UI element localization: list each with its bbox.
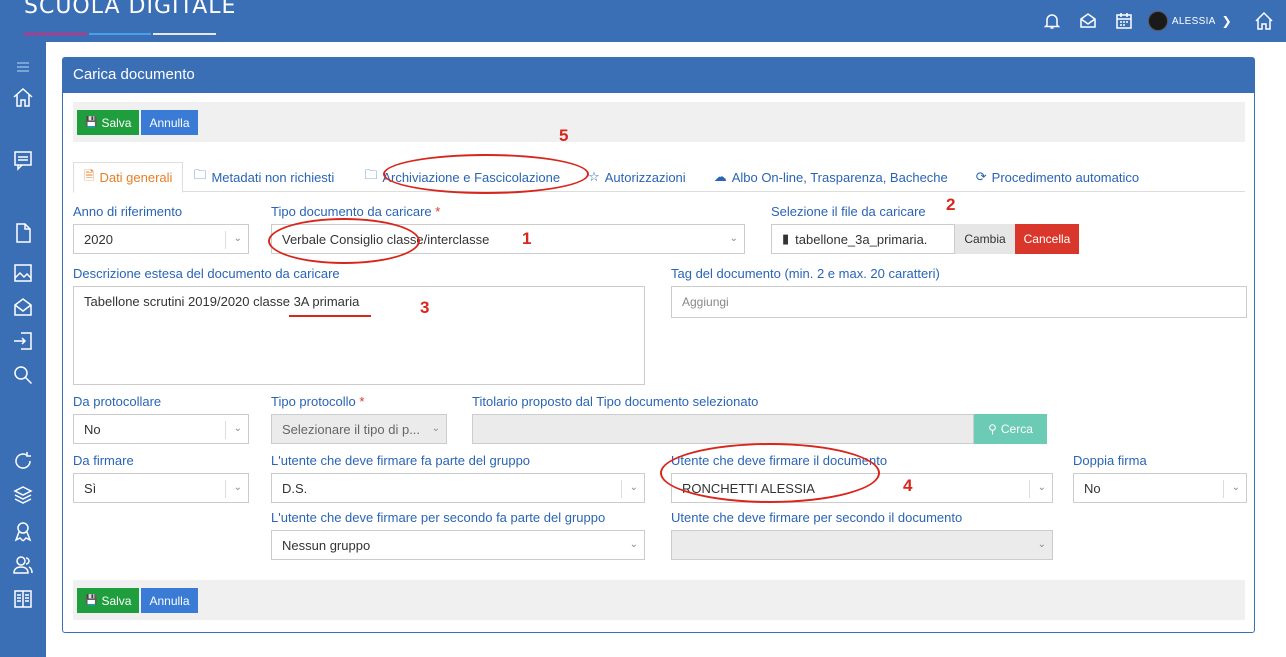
file-icon: 🗎 [84, 167, 95, 183]
cloud-icon: ☁ [713, 169, 727, 184]
refresh-icon: ⟳ [975, 169, 987, 184]
tab-bar: 🗎 Dati generali 🗀 Metadati non richiesti 🗀… [73, 162, 1245, 193]
file-icon: ▮ [782, 231, 790, 246]
save-button[interactable]: 💾 Salva [77, 588, 140, 613]
annotation-4: 4 [903, 476, 913, 495]
tipo-doc-label: Tipo documento da caricare * [271, 204, 441, 219]
chevron-down-icon: ⌄ [1231, 482, 1240, 493]
cancel-button[interactable]: Annulla [141, 588, 198, 613]
tab-dati-generali[interactable]: 🗎 Dati generali [73, 162, 184, 193]
bottom-toolbar: 💾 Salva Annulla [73, 580, 1245, 620]
award-icon[interactable] [8, 516, 38, 546]
top-toolbar: 💾 Salva Annulla [73, 102, 1245, 142]
search-button[interactable]: ⚲ Cerca [974, 414, 1047, 444]
user-menu[interactable]: ALESSIA ❯ [1147, 11, 1232, 31]
save-icon: 💾 [85, 595, 98, 606]
cancel-button[interactable]: Annulla [141, 110, 198, 135]
descrizione-label: Descrizione estesa del documento da cari… [73, 266, 340, 281]
tipo-protocollo-label: Tipo protocollo * [271, 394, 365, 409]
search-icon: ⚲ [988, 422, 997, 436]
da-firmare-select[interactable]: Sì ⌄ [73, 473, 249, 503]
book-icon[interactable] [8, 584, 38, 614]
gruppo2-label: L'utente che deve firmare per secondo fa… [271, 510, 606, 525]
chevron-down-icon: ⌄ [431, 423, 440, 434]
annotation-3: 3 [420, 298, 430, 317]
save-button[interactable]: 💾 Salva [77, 110, 140, 135]
app-logo: SCUOLA DIGITALE [24, 0, 237, 19]
message-icon[interactable] [8, 145, 38, 175]
chevron-down-icon: ⌄ [629, 482, 638, 493]
chevron-down-icon: ⌄ [233, 233, 242, 244]
home-icon[interactable] [1246, 0, 1282, 42]
folder-icon: 🗀 [364, 167, 378, 182]
annotation-ellipse-utente [660, 443, 880, 503]
tag-label: Tag del documento (min. 2 e max. 20 cara… [671, 266, 940, 281]
user-name: ALESSIA [1171, 15, 1216, 27]
annotation-underline [289, 315, 371, 317]
gruppo2-select[interactable]: Nessun gruppo ⌄ [271, 530, 645, 560]
anno-select[interactable]: 2020 ⌄ [73, 224, 249, 254]
da-firmare-label: Da firmare [73, 453, 134, 468]
tab-metadati[interactable]: 🗀 Metadati non richiesti [183, 162, 344, 192]
home-icon[interactable] [8, 82, 38, 112]
panel-title: Carica documento [63, 58, 1254, 93]
chevron-down-icon: ⌄ [1037, 482, 1046, 493]
document-icon[interactable] [8, 218, 38, 248]
utente2-label: Utente che deve firmare per secondo il d… [671, 510, 963, 525]
annotation-2: 2 [946, 195, 956, 214]
file-name-display: ▮ tabellone_3a_primaria. [771, 224, 955, 254]
annotation-ellipse-tipo [268, 218, 420, 264]
mail-icon[interactable] [8, 292, 38, 322]
annotation-5: 5 [559, 126, 569, 145]
chevron-down-icon: ⌄ [233, 482, 242, 493]
titolario-field [472, 414, 974, 444]
tab-procedimento[interactable]: ⟳ Procedimento automatico [966, 162, 1149, 192]
mail-icon[interactable] [1070, 0, 1106, 42]
save-icon: 💾 [85, 117, 98, 128]
calendar-icon[interactable] [1106, 0, 1142, 42]
image-icon[interactable] [8, 258, 38, 288]
top-bar: SCUOLA DIGITALE ALESSIA ❯ [0, 0, 1286, 42]
annotation-ellipse-tab [383, 154, 589, 194]
chevron-down-icon: ⌄ [629, 539, 638, 550]
da-protocollare-label: Da protocollare [73, 394, 162, 409]
gruppo-label: L'utente che deve firmare fa parte del g… [271, 453, 531, 468]
folder-icon: 🗀 [193, 167, 207, 182]
bell-icon[interactable] [1034, 0, 1070, 42]
menu-icon[interactable] [8, 52, 38, 82]
utente2-select[interactable]: ⌄ [671, 530, 1053, 560]
chevron-down-icon: ⌄ [729, 233, 738, 244]
logo-underline [24, 33, 217, 35]
change-file-button[interactable]: Cambia [955, 224, 1015, 254]
layers-icon[interactable] [8, 480, 38, 510]
da-protocollare-select[interactable]: No ⌄ [73, 414, 249, 444]
avatar [1147, 11, 1168, 31]
doppia-firma-select[interactable]: No ⌄ [1073, 473, 1247, 503]
titolario-label: Titolario proposto dal Tipo documento se… [472, 394, 759, 409]
anno-label: Anno di riferimento [73, 204, 183, 219]
annotation-1: 1 [522, 229, 532, 248]
chevron-down-icon: ⌄ [1037, 539, 1046, 550]
tab-albo[interactable]: ☁ Albo On-line, Trasparenza, Bacheche [704, 162, 958, 192]
login-icon[interactable] [8, 326, 38, 356]
upload-document-panel: Carica documento 💾 Salva Annulla 🗎 Dati g… [62, 57, 1255, 633]
doppia-firma-label: Doppia firma [1073, 453, 1147, 468]
tipo-protocollo-select[interactable]: Selezionare il tipo di p... ⌄ [271, 414, 447, 444]
sidebar [0, 42, 46, 657]
star-icon: ☆ [588, 169, 600, 184]
tab-autorizzazioni[interactable]: ☆ Autorizzazioni [578, 162, 696, 192]
file-label: Selezione il file da caricare [771, 204, 926, 219]
search-icon[interactable] [8, 360, 38, 390]
refresh-icon[interactable] [8, 446, 38, 476]
tag-input[interactable]: Aggiungi [671, 286, 1247, 318]
chevron-down-icon: ❯ [1221, 14, 1232, 28]
chevron-down-icon: ⌄ [233, 423, 242, 434]
users-icon[interactable] [8, 550, 38, 580]
descrizione-textarea[interactable]: Tabellone scrutini 2019/2020 classe 3A p… [73, 286, 645, 385]
gruppo-select[interactable]: D.S. ⌄ [271, 473, 645, 503]
remove-file-button[interactable]: Cancella [1015, 224, 1079, 254]
